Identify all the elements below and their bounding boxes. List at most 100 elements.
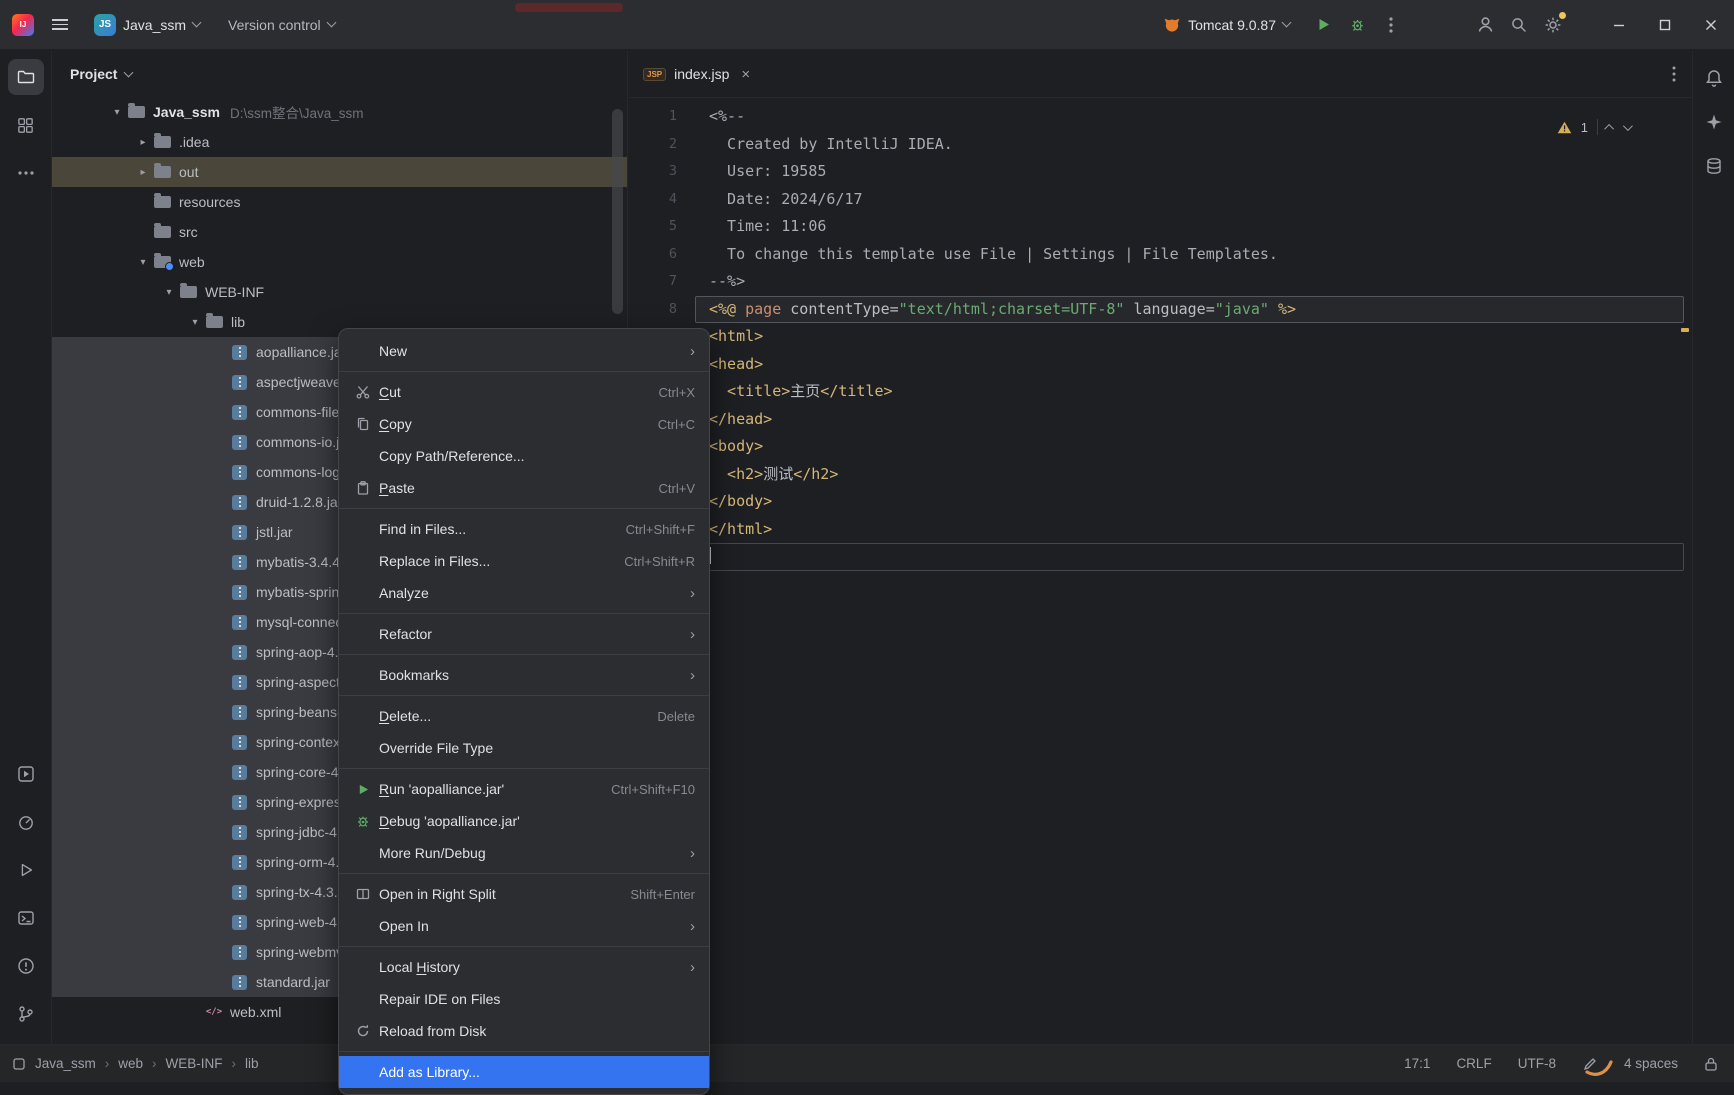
menu-item-refactor[interactable]: Refactor › — [339, 618, 709, 650]
tree-item-out[interactable]: ▸ out — [52, 157, 627, 187]
jar-archive-icon — [232, 824, 247, 840]
menu-item-cut[interactable]: Cut Ctrl+X — [339, 376, 709, 408]
menu-item-replace-in-files[interactable]: Replace in Files... Ctrl+Shift+R — [339, 545, 709, 577]
run-tool-button[interactable] — [8, 852, 44, 888]
more-tool-windows-button[interactable] — [8, 155, 44, 191]
main-menu-icon[interactable] — [46, 13, 74, 36]
folder-icon — [128, 103, 145, 118]
vcs-widget[interactable]: Version control — [220, 12, 343, 38]
code-text[interactable]: --%> — [695, 268, 1684, 296]
editor-options-button[interactable] — [1672, 66, 1692, 82]
next-issue-icon[interactable] — [1622, 120, 1633, 131]
breadcrumb-lib[interactable]: lib — [245, 1056, 259, 1071]
code-with-me-button[interactable] — [1468, 8, 1502, 42]
menu-item-open-in[interactable]: Open In › — [339, 910, 709, 942]
tree-item-idea[interactable]: ▸ .idea — [52, 127, 627, 157]
menu-item-find-in-files[interactable]: Find in Files... Ctrl+Shift+F — [339, 513, 709, 545]
user-icon — [1478, 17, 1492, 32]
services-tool-button[interactable] — [8, 756, 44, 792]
menu-item-reload-from-disk[interactable]: Reload from Disk — [339, 1015, 709, 1047]
version-control-tool-button[interactable] — [8, 996, 44, 1032]
search-everywhere-button[interactable] — [1502, 8, 1536, 42]
code-text[interactable]: <html> — [695, 323, 1684, 351]
menu-item-label: Add as Library... — [379, 1064, 480, 1080]
project-tree-scrollbar[interactable] — [612, 109, 623, 314]
caret-position[interactable]: 17:1 — [1404, 1056, 1430, 1071]
tab-close-icon[interactable] — [737, 65, 754, 84]
tree-item-web-inf[interactable]: ▾ WEB-INF — [52, 277, 627, 307]
warning-count: 1 — [1580, 119, 1588, 135]
run-configuration-widget[interactable]: Tomcat 9.0.87 — [1155, 11, 1298, 39]
code-text[interactable]: <%-- — [695, 103, 1684, 131]
menu-item-open-in-right-split[interactable]: Open in Right Split Shift+Enter — [339, 878, 709, 910]
code-text[interactable] — [695, 543, 1684, 571]
minimize-button[interactable] — [1596, 0, 1642, 50]
chevron-closed-icon[interactable]: ▸ — [134, 137, 152, 148]
code-text[interactable]: To change this template use File | Setti… — [695, 241, 1684, 269]
chevron-open-icon[interactable]: ▾ — [186, 317, 204, 328]
breadcrumb-web-inf[interactable]: WEB-INF — [166, 1056, 223, 1071]
more-actions-button[interactable] — [1374, 8, 1408, 42]
database-button[interactable] — [1697, 149, 1731, 183]
menu-item-analyze[interactable]: Analyze › — [339, 577, 709, 609]
code-text[interactable]: Created by IntelliJ IDEA. — [695, 131, 1684, 159]
terminal-tool-button[interactable] — [8, 900, 44, 936]
chevron-open-icon[interactable]: ▾ — [108, 107, 126, 118]
menu-item-copy-path-reference[interactable]: Copy Path/Reference... — [339, 440, 709, 472]
tree-item-label: lib — [231, 314, 246, 330]
maximize-button[interactable] — [1642, 0, 1688, 50]
code-text[interactable]: </html> — [695, 516, 1684, 544]
breadcrumb-java-ssm[interactable]: Java_ssm — [35, 1056, 96, 1071]
debug-button[interactable] — [1340, 8, 1374, 42]
breadcrumb-web[interactable]: web — [118, 1056, 143, 1071]
structure-tool-button[interactable] — [8, 107, 44, 143]
code-text[interactable]: <title>主页</title> — [695, 378, 1684, 406]
tree-item-src[interactable]: src — [52, 217, 627, 247]
previous-issue-icon[interactable] — [1604, 123, 1615, 134]
menu-item-paste[interactable]: Paste Ctrl+V — [339, 472, 709, 504]
indent-setting[interactable]: 4 spaces — [1624, 1056, 1678, 1071]
chevron-open-icon[interactable]: ▾ — [134, 257, 152, 268]
menu-item-new[interactable]: New › — [339, 335, 709, 367]
problems-tool-button[interactable] — [8, 948, 44, 984]
menu-item-local-history[interactable]: Local History › — [339, 951, 709, 983]
code-editor[interactable]: 1 <%-- 2 Created by IntelliJ IDEA. 3 User: … — [629, 98, 1692, 1044]
menu-item-bookmarks[interactable]: Bookmarks › — [339, 659, 709, 691]
code-text[interactable]: </body> — [695, 488, 1684, 516]
code-text[interactable]: </head> — [695, 406, 1684, 434]
tree-item-web[interactable]: ▾ web — [52, 247, 627, 277]
project-widget[interactable]: JS Java_ssm — [86, 9, 208, 41]
code-text[interactable]: <body> — [695, 433, 1684, 461]
close-window-button[interactable] — [1688, 0, 1734, 50]
project-tool-button[interactable] — [7, 59, 44, 95]
code-text[interactable]: <%@ page contentType="text/html;charset=… — [695, 295, 1684, 323]
tree-item-java-ssm[interactable]: ▾ Java_ssm D:\ssm整合\Java_ssm — [52, 97, 627, 127]
tab-index-jsp[interactable]: JSP index.jsp — [629, 51, 766, 97]
code-text[interactable]: Time: 11:06 — [695, 213, 1684, 241]
menu-item-delete[interactable]: Delete... Delete — [339, 700, 709, 732]
ai-assistant-button[interactable] — [1697, 105, 1731, 139]
lock-icon[interactable] — [1704, 1056, 1718, 1072]
project-panel-header[interactable]: Project — [52, 51, 627, 97]
line-separator[interactable]: CRLF — [1456, 1056, 1491, 1071]
code-text[interactable]: <h2>测试</h2> — [695, 461, 1684, 489]
code-text[interactable]: User: 19585 — [695, 158, 1684, 186]
settings-button[interactable] — [1536, 8, 1570, 42]
menu-item-debug-aopalliance-jar[interactable]: Debug 'aopalliance.jar' — [339, 805, 709, 837]
menu-item-copy[interactable]: Copy Ctrl+C — [339, 408, 709, 440]
menu-item-more-run-debug[interactable]: More Run/Debug › — [339, 837, 709, 869]
chevron-closed-icon[interactable]: ▸ — [134, 167, 152, 178]
profiler-tool-button[interactable] — [8, 804, 44, 840]
menu-item-run-aopalliance-jar[interactable]: Run 'aopalliance.jar' Ctrl+Shift+F10 — [339, 773, 709, 805]
menu-item-add-as-library[interactable]: Add as Library... — [339, 1056, 709, 1088]
inspections-widget[interactable]: 1 — [1548, 113, 1638, 141]
menu-item-repair-ide-on-files[interactable]: Repair IDE on Files — [339, 983, 709, 1015]
notifications-button[interactable] — [1697, 61, 1731, 95]
run-button[interactable] — [1306, 8, 1340, 42]
menu-item-override-file-type[interactable]: Override File Type — [339, 732, 709, 764]
tree-item-resources[interactable]: resources — [52, 187, 627, 217]
code-text[interactable]: <head> — [695, 351, 1684, 379]
code-text[interactable]: Date: 2024/6/17 — [695, 186, 1684, 214]
chevron-open-icon[interactable]: ▾ — [160, 287, 178, 298]
file-encoding[interactable]: UTF-8 — [1518, 1056, 1556, 1071]
